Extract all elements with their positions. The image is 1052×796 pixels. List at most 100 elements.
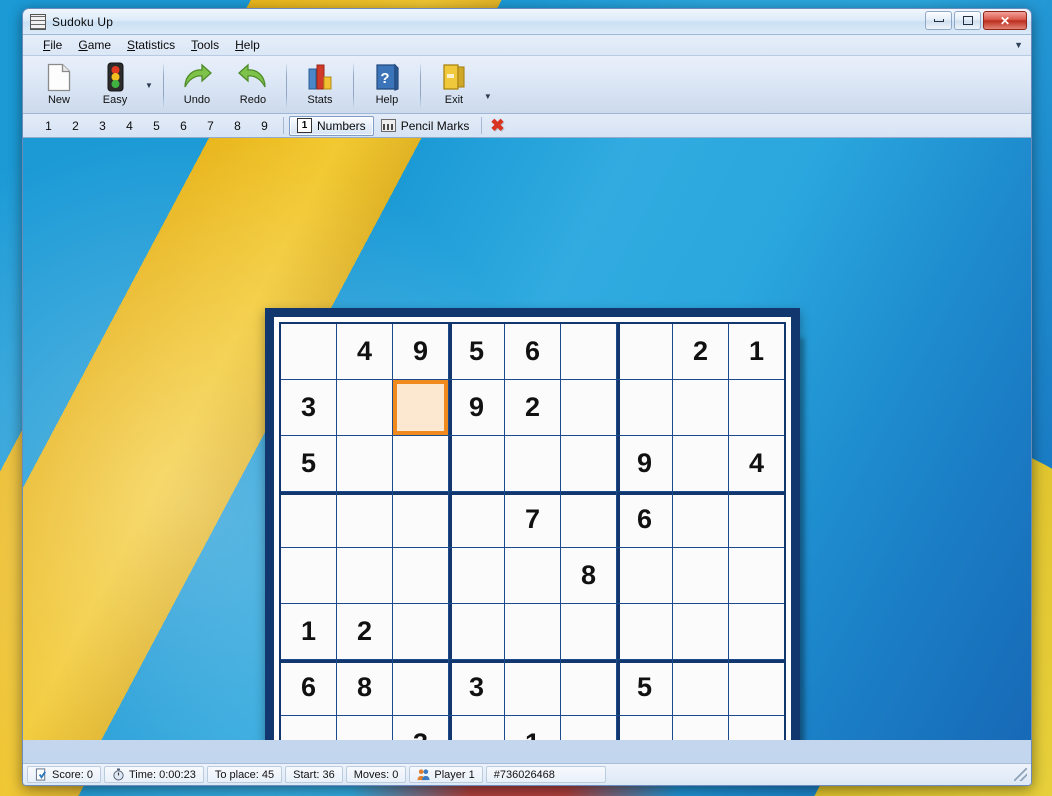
menu-item-tools[interactable]: Tools [183, 36, 227, 54]
number-key-5[interactable]: 5 [143, 119, 170, 133]
sudoku-cell-r8c7[interactable] [617, 716, 672, 740]
help-button[interactable]: ? Help [359, 58, 415, 113]
close-button[interactable]: ✕ [983, 11, 1027, 30]
sudoku-cell-r7c7[interactable]: 5 [617, 660, 672, 715]
sudoku-cell-r4c6[interactable] [561, 492, 616, 547]
sudoku-cell-r6c1[interactable]: 1 [281, 604, 336, 659]
sudoku-cell-r3c6[interactable] [561, 436, 616, 491]
sudoku-cell-r2c7[interactable] [617, 380, 672, 435]
sudoku-cell-r5c2[interactable] [337, 548, 392, 603]
sudoku-cell-r4c5[interactable]: 7 [505, 492, 560, 547]
sudoku-cell-r4c3[interactable] [393, 492, 448, 547]
sudoku-cell-r1c6[interactable] [561, 324, 616, 379]
sudoku-cell-r3c2[interactable] [337, 436, 392, 491]
exit-dropdown-arrow-icon[interactable]: ▼ [482, 58, 497, 113]
sudoku-cell-r3c8[interactable] [673, 436, 728, 491]
sudoku-cell-r3c1[interactable]: 5 [281, 436, 336, 491]
sudoku-cell-r2c4[interactable]: 9 [449, 380, 504, 435]
number-key-3[interactable]: 3 [89, 119, 116, 133]
pencil-marks-mode-button[interactable]: Pencil Marks [374, 116, 477, 136]
difficulty-button[interactable]: Easy [87, 58, 143, 113]
redo-button[interactable]: Redo [225, 58, 281, 113]
sudoku-cell-r7c2[interactable]: 8 [337, 660, 392, 715]
sudoku-cell-r3c3[interactable] [393, 436, 448, 491]
sudoku-cell-r2c6[interactable] [561, 380, 616, 435]
difficulty-dropdown-arrow-icon[interactable]: ▼ [143, 58, 158, 113]
sudoku-cell-r1c5[interactable]: 6 [505, 324, 560, 379]
sudoku-cell-r3c4[interactable] [449, 436, 504, 491]
menu-item-statistics[interactable]: Statistics [119, 36, 183, 54]
sudoku-cell-r5c9[interactable] [729, 548, 784, 603]
clear-x-icon[interactable]: ✖ [490, 116, 504, 136]
sudoku-cell-r2c1[interactable]: 3 [281, 380, 336, 435]
sudoku-cell-r1c8[interactable]: 2 [673, 324, 728, 379]
new-button[interactable]: New [31, 58, 87, 113]
sudoku-cell-r4c1[interactable] [281, 492, 336, 547]
number-key-6[interactable]: 6 [170, 119, 197, 133]
sudoku-cell-r8c3[interactable]: 3 [393, 716, 448, 740]
numbers-mode-button[interactable]: 1 Numbers [289, 115, 374, 136]
sudoku-cell-r6c6[interactable] [561, 604, 616, 659]
sudoku-cell-r7c6[interactable] [561, 660, 616, 715]
sudoku-cell-r7c4[interactable]: 3 [449, 660, 504, 715]
sudoku-cell-r8c5[interactable]: 1 [505, 716, 560, 740]
sudoku-cell-r4c9[interactable] [729, 492, 784, 547]
sudoku-cell-r1c1[interactable] [281, 324, 336, 379]
sudoku-cell-r6c3[interactable] [393, 604, 448, 659]
sudoku-cell-r5c1[interactable] [281, 548, 336, 603]
sudoku-cell-r6c5[interactable] [505, 604, 560, 659]
sudoku-cell-r3c7[interactable]: 9 [617, 436, 672, 491]
number-key-8[interactable]: 8 [224, 119, 251, 133]
resize-grip[interactable] [1014, 768, 1027, 781]
menu-item-help[interactable]: Help [227, 36, 268, 54]
sudoku-cell-r1c2[interactable]: 4 [337, 324, 392, 379]
sudoku-cell-r2c2[interactable] [337, 380, 392, 435]
sudoku-cell-r2c5[interactable]: 2 [505, 380, 560, 435]
sudoku-cell-r7c3[interactable] [393, 660, 448, 715]
sudoku-cell-r1c4[interactable]: 5 [449, 324, 504, 379]
menu-item-game[interactable]: Game [70, 36, 119, 54]
sudoku-cell-r5c8[interactable] [673, 548, 728, 603]
sudoku-cell-r2c9[interactable] [729, 380, 784, 435]
sudoku-cell-r1c3[interactable]: 9 [393, 324, 448, 379]
sudoku-grid[interactable]: 49562139259476812683531976 [279, 322, 786, 740]
number-key-1[interactable]: 1 [35, 119, 62, 133]
sudoku-cell-r5c6[interactable]: 8 [561, 548, 616, 603]
sudoku-cell-r8c4[interactable] [449, 716, 504, 740]
stats-button[interactable]: Stats [292, 58, 348, 113]
sudoku-cell-r2c8[interactable] [673, 380, 728, 435]
sudoku-cell-r5c4[interactable] [449, 548, 504, 603]
number-key-4[interactable]: 4 [116, 119, 143, 133]
sudoku-cell-r8c8[interactable] [673, 716, 728, 740]
menu-item-file[interactable]: File [35, 36, 70, 54]
sudoku-cell-r4c2[interactable] [337, 492, 392, 547]
sudoku-cell-r6c2[interactable]: 2 [337, 604, 392, 659]
sudoku-cell-r2c3[interactable] [393, 380, 448, 435]
sudoku-cell-r8c2[interactable] [337, 716, 392, 740]
sudoku-cell-r4c7[interactable]: 6 [617, 492, 672, 547]
number-key-9[interactable]: 9 [251, 119, 278, 133]
exit-button[interactable]: Exit [426, 58, 482, 113]
sudoku-cell-r7c5[interactable] [505, 660, 560, 715]
number-key-7[interactable]: 7 [197, 119, 224, 133]
sudoku-cell-r7c8[interactable] [673, 660, 728, 715]
sudoku-cell-r5c7[interactable] [617, 548, 672, 603]
sudoku-cell-r1c7[interactable] [617, 324, 672, 379]
maximize-button[interactable] [954, 11, 981, 30]
sudoku-cell-r4c8[interactable] [673, 492, 728, 547]
sudoku-cell-r7c9[interactable] [729, 660, 784, 715]
sudoku-cell-r3c9[interactable]: 4 [729, 436, 784, 491]
sudoku-cell-r8c6[interactable] [561, 716, 616, 740]
sudoku-cell-r8c9[interactable] [729, 716, 784, 740]
sudoku-cell-r6c9[interactable] [729, 604, 784, 659]
minimize-button[interactable] [925, 11, 952, 30]
sudoku-cell-r6c4[interactable] [449, 604, 504, 659]
number-key-2[interactable]: 2 [62, 119, 89, 133]
sudoku-cell-r6c8[interactable] [673, 604, 728, 659]
sudoku-cell-r5c5[interactable] [505, 548, 560, 603]
sudoku-cell-r5c3[interactable] [393, 548, 448, 603]
sudoku-cell-r7c1[interactable]: 6 [281, 660, 336, 715]
sudoku-cell-r4c4[interactable] [449, 492, 504, 547]
chevron-down-icon[interactable]: ▼ [1014, 40, 1023, 50]
sudoku-cell-r3c5[interactable] [505, 436, 560, 491]
